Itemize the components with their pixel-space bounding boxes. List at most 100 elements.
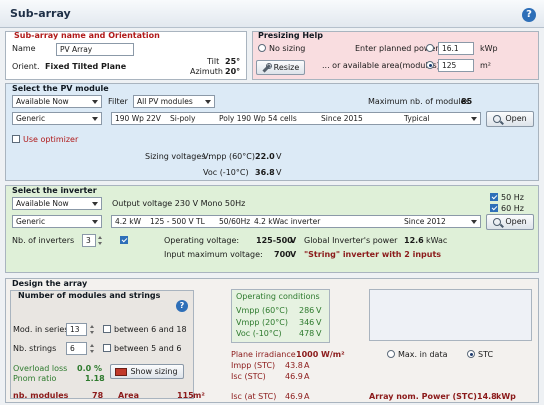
- planned-power-radio[interactable]: [426, 44, 434, 52]
- pv-model-select[interactable]: 190 Wp 22V Si-poly Poly 190 Wp 54 cells …: [111, 112, 481, 125]
- sizing-graph-area: [369, 289, 532, 341]
- global-power-label: Global Inverter's power: [304, 236, 398, 245]
- strings-spinner[interactable]: [89, 342, 96, 355]
- op-voc-value: 478: [299, 329, 315, 338]
- pv-open-button[interactable]: Open: [486, 111, 534, 127]
- max-in-data-label: Max. in data: [398, 350, 448, 359]
- op-voltage-unit: V: [290, 236, 297, 245]
- hz50-checkbox[interactable]: [490, 193, 498, 201]
- overload-label: Overload loss: [13, 364, 68, 373]
- area-unit: m²: [480, 61, 491, 70]
- nb-inverters-label: Nb. of inverters: [12, 236, 75, 245]
- planned-power-input[interactable]: 16.1: [438, 42, 474, 55]
- inv-open-button[interactable]: Open: [486, 214, 534, 230]
- op-voltage-label: Operating voltage:: [164, 236, 240, 245]
- area-value: 115: [177, 391, 194, 400]
- area-input[interactable]: 125: [438, 59, 474, 72]
- area-radio[interactable]: [426, 61, 434, 69]
- strings-range-checkbox[interactable]: [103, 344, 111, 352]
- inv-model-range: 125 - 500 V: [150, 217, 194, 226]
- operating-title: Operating conditions: [236, 292, 320, 301]
- overload-unit: %: [94, 364, 103, 373]
- optimizer-label: Use optimizer: [23, 135, 79, 144]
- pnom-label: Pnom ratio: [13, 374, 57, 383]
- no-sizing-label: No sizing: [269, 44, 306, 53]
- azimuth-value: 20°: [225, 67, 241, 76]
- op-vmpp60-value: 286: [299, 306, 315, 315]
- op-vmpp60-label: Vmpp (60°C): [236, 306, 288, 315]
- hz60-checkbox[interactable]: [490, 204, 498, 212]
- inv-model-power: 4.2 kW: [115, 217, 142, 226]
- global-power-value: 12.6: [404, 236, 424, 245]
- pv-filter-select[interactable]: All PV modules: [133, 95, 215, 108]
- nb-inverters-input[interactable]: 3: [82, 234, 96, 247]
- inv-availability-select[interactable]: Available Now: [12, 197, 102, 210]
- page-title: Sub-array: [10, 7, 71, 20]
- name-input[interactable]: PV Array: [56, 43, 134, 56]
- area-label: ... or available area(modules): [322, 61, 440, 70]
- nb-modules-label: nb. modules: [13, 391, 69, 400]
- resize-button[interactable]: Resize: [256, 60, 305, 75]
- nb-inverters-spinner[interactable]: [97, 234, 104, 247]
- hz60-label: 60 Hz: [501, 204, 524, 213]
- impp-label: Impp (STC): [231, 361, 276, 370]
- hz50-label: 50 Hz: [501, 193, 524, 202]
- pv-model-since: Since 2015: [321, 114, 363, 123]
- max-modules-value: 85: [461, 97, 473, 106]
- design-help-icon[interactable]: ?: [176, 300, 188, 312]
- series-input[interactable]: 13: [66, 323, 87, 336]
- op-voc-label: Voc (-10°C): [236, 329, 282, 338]
- stc-radio[interactable]: [467, 350, 475, 358]
- op-voltage-value: 125-500: [256, 236, 293, 245]
- vmpp-unit: V: [276, 152, 282, 161]
- planned-power-unit: kWp: [480, 44, 498, 53]
- chart-icon: [115, 368, 127, 376]
- nb-inverters-checkbox[interactable]: [120, 236, 128, 244]
- impp-value: 43.8: [285, 361, 303, 370]
- inv-model-select[interactable]: 4.2 kW 125 - 500 V TL 50/60Hz 4.2 kWac i…: [111, 215, 481, 228]
- search-icon: [493, 115, 501, 123]
- optimizer-checkbox[interactable]: [12, 135, 20, 143]
- design-title: Design the array: [12, 279, 88, 288]
- orientation-title: Sub-array name and Orientation: [14, 31, 160, 40]
- series-range-checkbox[interactable]: [103, 325, 111, 333]
- max-in-data-radio[interactable]: [387, 350, 395, 358]
- area-value-label: Area: [118, 391, 139, 400]
- series-range-label: between 6 and 18: [114, 325, 187, 334]
- pv-availability-select[interactable]: Available Now: [12, 95, 102, 108]
- no-sizing-radio[interactable]: [258, 44, 266, 52]
- voc-unit: V: [276, 168, 282, 177]
- pv-manufacturer-select[interactable]: Generic: [12, 112, 102, 125]
- max-modules-label: Maximum nb. of modules: [368, 97, 470, 106]
- series-label: Mod. in series: [13, 325, 69, 334]
- irradiance-value: 1000 W/m²: [296, 350, 345, 359]
- azimuth-label: Azimuth: [190, 67, 223, 76]
- vmpp-value: 22.0: [255, 152, 275, 161]
- isc-unit: A: [304, 372, 310, 381]
- pv-model-power: 190 Wp 22V: [115, 114, 161, 123]
- strings-input[interactable]: 6: [66, 342, 87, 355]
- name-label: Name: [12, 44, 36, 53]
- inv-manufacturer-select[interactable]: Generic: [12, 215, 102, 228]
- inv-model-desc: 4.2 kWac inverter: [254, 217, 321, 226]
- pv-module-title: Select the PV module: [12, 84, 109, 93]
- series-spinner[interactable]: [89, 323, 96, 336]
- max-voltage-unit: V: [290, 250, 297, 259]
- op-vmpp20-value: 346: [299, 318, 315, 327]
- max-voltage-label: Input maximum voltage:: [164, 250, 263, 259]
- op-vmpp20-label: Vmpp (20°C): [236, 318, 288, 327]
- op-vmpp60-unit: V: [316, 306, 322, 315]
- voc-value: 36.8: [255, 168, 275, 177]
- isc-label: Isc (STC): [231, 372, 266, 381]
- sizing-voltages-label: Sizing voltages :: [145, 152, 211, 161]
- op-voc-unit: V: [316, 329, 322, 338]
- wrench-icon: [262, 63, 272, 73]
- stc-label: STC: [478, 350, 494, 359]
- orient-label: Orient.: [12, 62, 40, 71]
- irradiance-label: Plane irradiance: [231, 350, 296, 359]
- inv-model-since: Since 2012: [404, 217, 446, 226]
- isc-at-value: 46.9: [285, 392, 303, 401]
- help-icon[interactable]: ?: [522, 8, 536, 22]
- inverter-title: Select the inverter: [12, 186, 97, 195]
- show-sizing-button[interactable]: Show sizing: [110, 364, 184, 379]
